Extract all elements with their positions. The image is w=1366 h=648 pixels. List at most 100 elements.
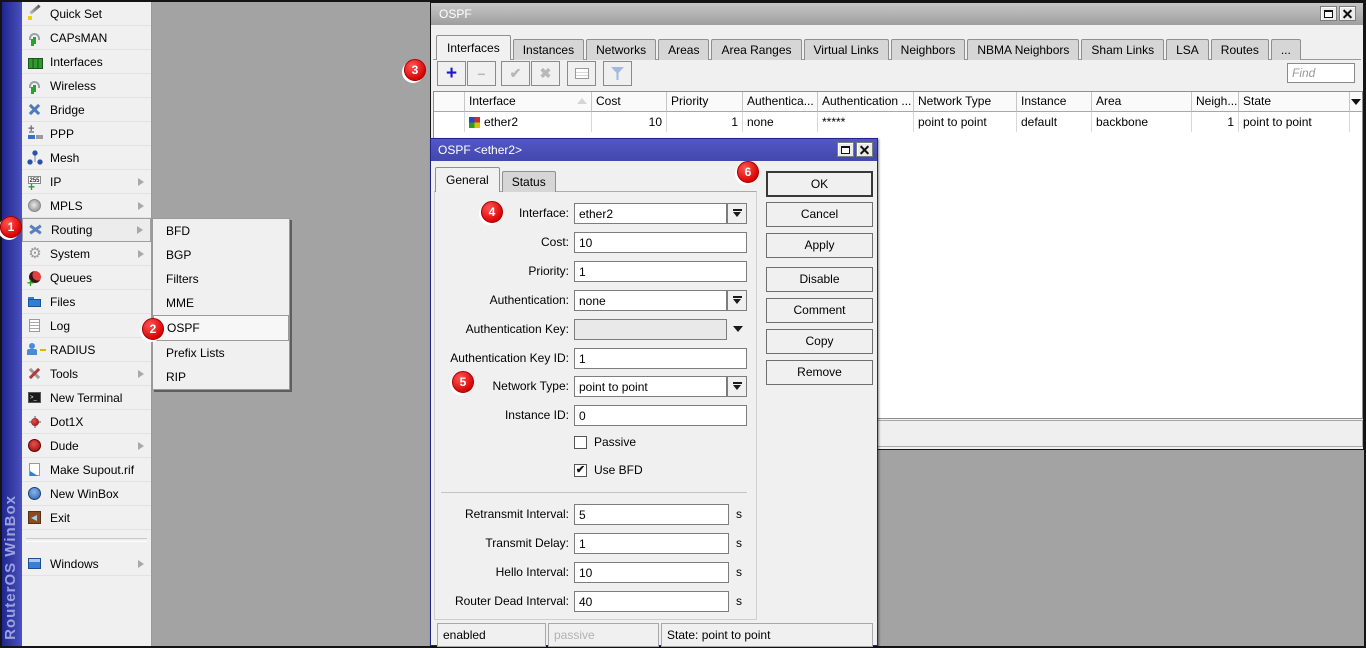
filter-button[interactable] xyxy=(603,61,632,86)
close-button[interactable] xyxy=(1339,6,1356,21)
column-header-icon[interactable] xyxy=(434,92,465,112)
sidebar-item-new-winbox[interactable]: New WinBox xyxy=(22,482,151,506)
sidebar-item-ppp[interactable]: PPP xyxy=(22,122,151,146)
sidebar-item-new-terminal[interactable]: New Terminal xyxy=(22,386,151,410)
cancel-button[interactable]: Cancel xyxy=(766,202,873,227)
tab-areas[interactable]: Areas xyxy=(658,39,709,60)
submenu-item-bfd[interactable]: BFD xyxy=(153,219,289,243)
use-bfd-checkbox[interactable]: ✔ xyxy=(574,464,587,477)
network-type-dropdown-button[interactable] xyxy=(727,376,747,397)
authentication-dropdown-button[interactable] xyxy=(727,290,747,311)
submenu-item-mme[interactable]: MME xyxy=(153,291,289,315)
tab-nbma-neighbors[interactable]: NBMA Neighbors xyxy=(967,39,1079,60)
tab-sham-links[interactable]: Sham Links xyxy=(1081,39,1164,60)
transmit-delay-unit: s xyxy=(736,533,742,554)
sidebar-item-mpls[interactable]: MPLS xyxy=(22,194,151,218)
tab-networks[interactable]: Networks xyxy=(586,39,656,60)
dialog-close-button[interactable] xyxy=(856,142,873,157)
dialog-titlebar[interactable]: OSPF <ether2> xyxy=(431,139,877,161)
enable-button[interactable]: ✔ xyxy=(501,61,530,86)
disable-button[interactable]: Disable xyxy=(766,267,873,292)
add-button[interactable]: + xyxy=(437,61,466,86)
column-header-network-type[interactable]: Network Type xyxy=(914,92,1017,112)
step-badge-6: 6 xyxy=(737,161,759,183)
submenu-item-ospf[interactable]: OSPF xyxy=(153,315,289,341)
cost-field[interactable] xyxy=(574,232,747,253)
sidebar-item-make-supout[interactable]: Make Supout.rif xyxy=(22,458,151,482)
tab-lsa[interactable]: LSA xyxy=(1166,39,1209,60)
table-row[interactable]: ether2 10 1 none ***** point to point de… xyxy=(434,112,1362,132)
ok-button[interactable]: OK xyxy=(766,171,873,197)
ospf-window-titlebar[interactable]: OSPF xyxy=(431,3,1363,25)
column-header-interface[interactable]: Interface xyxy=(465,92,592,112)
sidebar-item-mesh[interactable]: Mesh xyxy=(22,146,151,170)
tab-status[interactable]: Status xyxy=(502,171,556,192)
tab-interfaces[interactable]: Interfaces xyxy=(436,35,511,60)
network-type-field[interactable] xyxy=(574,376,727,397)
sidebar-item-windows[interactable]: Windows xyxy=(22,552,151,576)
passive-checkbox[interactable] xyxy=(574,436,587,449)
submenu-item-prefix-lists[interactable]: Prefix Lists xyxy=(153,341,289,365)
sidebar-item-system[interactable]: System xyxy=(22,242,151,266)
column-header-authentication-key[interactable]: Authentication ... xyxy=(818,92,914,112)
comment-button[interactable]: Comment xyxy=(766,298,873,323)
dialog-maximize-button[interactable] xyxy=(837,142,854,157)
authentication-key-id-field[interactable] xyxy=(574,348,747,369)
column-header-cost[interactable]: Cost xyxy=(592,92,667,112)
sidebar-item-tools[interactable]: Tools xyxy=(22,362,151,386)
submenu-item-bgp[interactable]: BGP xyxy=(153,243,289,267)
sidebar-item-label: Mesh xyxy=(50,151,79,165)
tab-general[interactable]: General xyxy=(435,167,500,192)
row-instance-cell: default xyxy=(1017,112,1092,132)
apply-button[interactable]: Apply xyxy=(766,233,873,258)
remove-button[interactable]: Remove xyxy=(766,360,873,385)
column-chooser-button[interactable] xyxy=(1350,92,1362,112)
column-header-neighbors[interactable]: Neigh... xyxy=(1192,92,1239,112)
tab-virtual-links[interactable]: Virtual Links xyxy=(804,39,889,60)
sidebar-item-interfaces[interactable]: Interfaces xyxy=(22,50,151,74)
instance-id-field[interactable] xyxy=(574,405,747,426)
transmit-delay-field[interactable] xyxy=(574,533,729,554)
sidebar-item-routing[interactable]: Routing xyxy=(22,218,151,242)
column-header-state[interactable]: State xyxy=(1239,92,1350,112)
submenu-item-rip[interactable]: RIP xyxy=(153,365,289,389)
comment-button[interactable] xyxy=(567,61,596,86)
column-header-instance[interactable]: Instance xyxy=(1017,92,1092,112)
column-header-authentication[interactable]: Authentica... xyxy=(743,92,818,112)
copy-button[interactable]: Copy xyxy=(766,329,873,354)
sidebar-item-wireless[interactable]: Wireless xyxy=(22,74,151,98)
disable-button[interactable]: ✖ xyxy=(531,61,560,86)
interface-dropdown-button[interactable] xyxy=(727,203,747,224)
hello-interval-field[interactable] xyxy=(574,562,729,583)
interface-state-icon xyxy=(469,117,480,128)
column-header-area[interactable]: Area xyxy=(1092,92,1192,112)
radius-icon xyxy=(27,342,43,358)
tab-area-ranges[interactable]: Area Ranges xyxy=(711,39,801,60)
sidebar-item-radius[interactable]: RADIUS xyxy=(22,338,151,362)
tab-neighbors[interactable]: Neighbors xyxy=(891,39,966,60)
sidebar-item-files[interactable]: Files xyxy=(22,290,151,314)
sidebar-item-log[interactable]: Log xyxy=(22,314,151,338)
priority-field[interactable] xyxy=(574,261,747,282)
remove-button[interactable]: − xyxy=(467,61,496,86)
sidebar-item-exit[interactable]: Exit xyxy=(22,506,151,530)
authentication-key-expand-arrow-icon[interactable] xyxy=(733,326,743,332)
maximize-button[interactable] xyxy=(1320,6,1337,21)
sidebar-item-queues[interactable]: Queues xyxy=(22,266,151,290)
sidebar-item-ip[interactable]: IP xyxy=(22,170,151,194)
tab-instances[interactable]: Instances xyxy=(513,39,584,60)
sidebar-item-dot1x[interactable]: Dot1X xyxy=(22,410,151,434)
router-dead-interval-field[interactable] xyxy=(574,591,729,612)
authentication-field[interactable] xyxy=(574,290,727,311)
sidebar-item-dude[interactable]: Dude xyxy=(22,434,151,458)
sidebar-item-bridge[interactable]: Bridge xyxy=(22,98,151,122)
find-input[interactable] xyxy=(1287,63,1355,83)
interface-field[interactable] xyxy=(574,203,727,224)
submenu-item-filters[interactable]: Filters xyxy=(153,267,289,291)
sidebar-item-capsman[interactable]: CAPsMAN xyxy=(22,26,151,50)
retransmit-interval-field[interactable] xyxy=(574,504,729,525)
sidebar-item-quick-set[interactable]: Quick Set xyxy=(22,2,151,26)
tab-routes[interactable]: Routes xyxy=(1211,39,1269,60)
tab-more[interactable]: ... xyxy=(1271,39,1301,60)
column-header-priority[interactable]: Priority xyxy=(667,92,743,112)
